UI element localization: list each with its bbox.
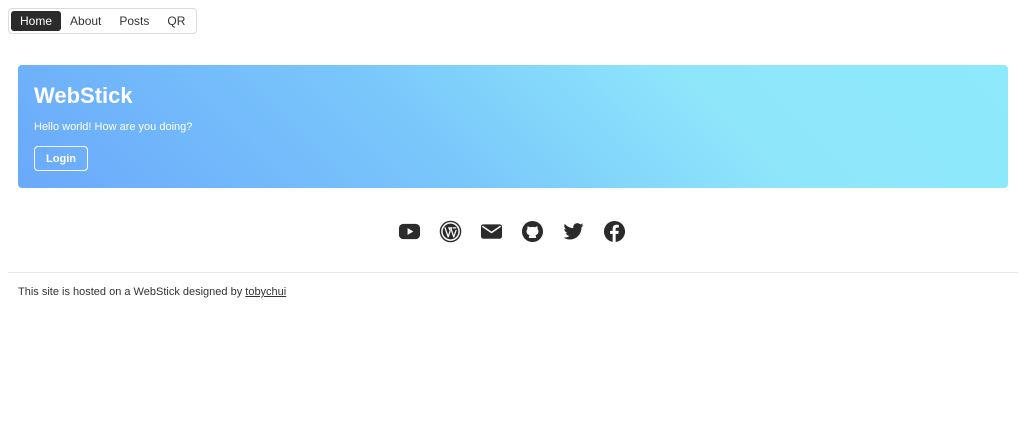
email-icon[interactable] <box>480 220 503 243</box>
wordpress-icon[interactable] <box>439 220 462 243</box>
nav-item-about[interactable]: About <box>61 11 110 31</box>
facebook-icon[interactable] <box>603 220 626 243</box>
footer-author-link[interactable]: tobychui <box>245 286 286 298</box>
nav-item-posts[interactable]: Posts <box>110 11 158 31</box>
hero-subtitle: Hello world! How are you doing? <box>34 121 193 133</box>
github-icon[interactable] <box>521 220 544 243</box>
footer-divider <box>8 272 1018 273</box>
social-icons <box>0 220 1024 246</box>
hero-banner: WebStick Hello world! How are you doing?… <box>18 65 1008 188</box>
top-nav: Home About Posts QR <box>8 8 198 34</box>
nav-item-home[interactable]: Home <box>11 11 62 31</box>
login-button[interactable]: Login <box>34 146 88 171</box>
youtube-icon[interactable] <box>398 220 421 243</box>
twitter-icon[interactable] <box>562 220 585 243</box>
hero-title: WebStick <box>34 83 133 108</box>
footer: This site is hosted on a WebStick design… <box>18 286 286 298</box>
nav-item-qr[interactable]: QR <box>158 11 194 31</box>
footer-text: This site is hosted on a WebStick design… <box>18 286 246 298</box>
